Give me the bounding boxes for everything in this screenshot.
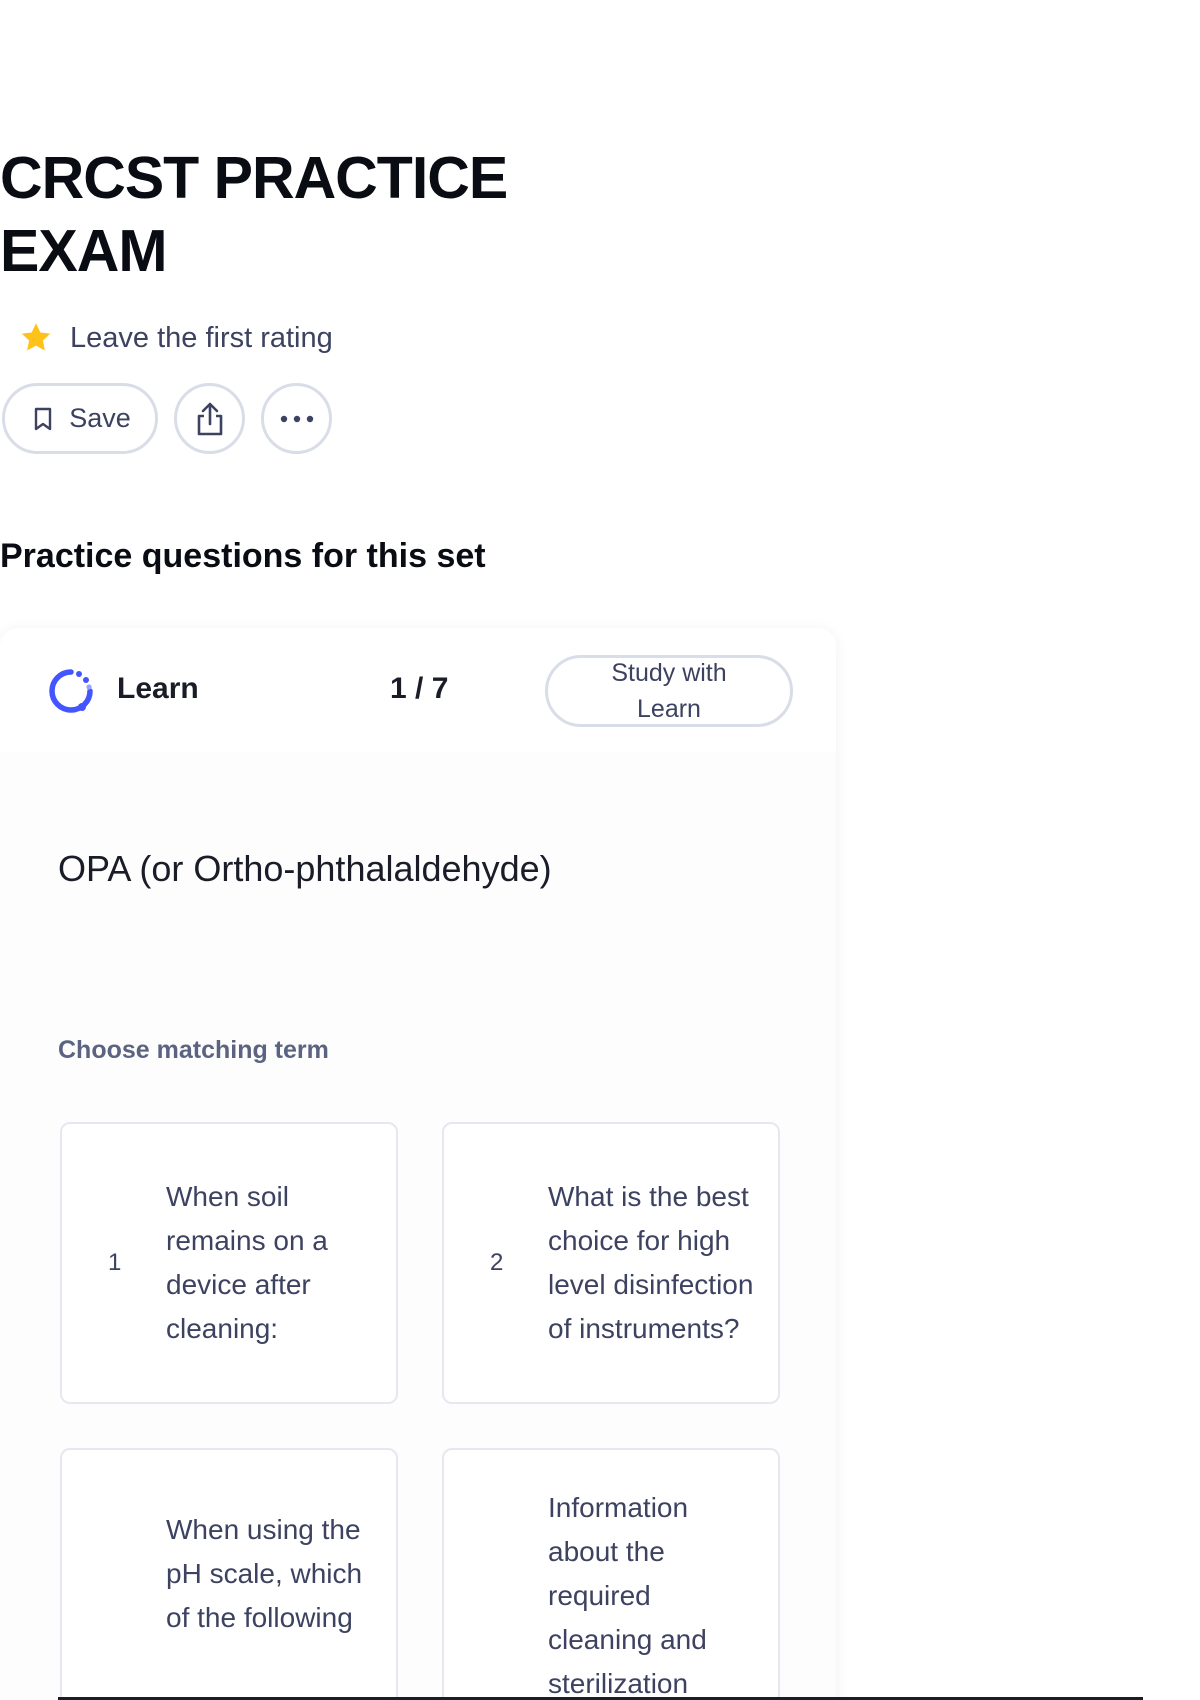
share-icon bbox=[197, 402, 222, 435]
option-number: 2 bbox=[490, 1249, 504, 1276]
page-title: CRCST PRACTICE EXAM bbox=[0, 145, 508, 284]
practice-section-title: Practice questions for this set bbox=[0, 537, 486, 575]
page: CRCST PRACTICE EXAM Leave the first rati… bbox=[0, 0, 1200, 1700]
mode-label: Learn bbox=[117, 672, 199, 705]
learn-icon bbox=[49, 669, 93, 713]
answer-option-2[interactable]: 2 What is the best choice for high level… bbox=[442, 1122, 780, 1404]
save-button[interactable]: Save bbox=[2, 383, 158, 454]
star-icon bbox=[21, 323, 51, 351]
action-bar: Save bbox=[2, 383, 332, 454]
share-button[interactable] bbox=[174, 383, 245, 454]
rating-row[interactable]: Leave the first rating bbox=[18, 320, 333, 356]
study-with-learn-button[interactable]: Study with Learn bbox=[545, 655, 793, 727]
answer-option-4[interactable]: Information about the required cleaning … bbox=[442, 1448, 780, 1700]
practice-card-header: Learn 1 / 7 Study with Learn bbox=[0, 628, 836, 754]
save-label: Save bbox=[69, 403, 131, 433]
more-options-button[interactable] bbox=[261, 383, 332, 454]
bookmark-icon bbox=[35, 407, 52, 430]
answer-option-1[interactable]: 1 When soil remains on a device after cl… bbox=[60, 1122, 398, 1404]
question-progress: 1 / 7 bbox=[390, 672, 449, 705]
option-text: Information about the required cleaning … bbox=[548, 1492, 707, 1699]
choose-instruction: Choose matching term bbox=[58, 1036, 329, 1064]
answer-option-3[interactable]: When using the pH scale, which of the fo… bbox=[60, 1448, 398, 1700]
rating-label[interactable]: Leave the first rating bbox=[70, 322, 333, 355]
option-text: When soil remains on a device after clea… bbox=[166, 1181, 328, 1344]
option-number: 1 bbox=[108, 1249, 122, 1276]
question-term: OPA (or Ortho-phthalaldehyde) bbox=[58, 848, 552, 889]
option-text: What is the best choice for high level d… bbox=[548, 1181, 754, 1344]
more-icon bbox=[280, 415, 313, 422]
option-text: When using the pH scale, which of the fo… bbox=[166, 1514, 363, 1633]
